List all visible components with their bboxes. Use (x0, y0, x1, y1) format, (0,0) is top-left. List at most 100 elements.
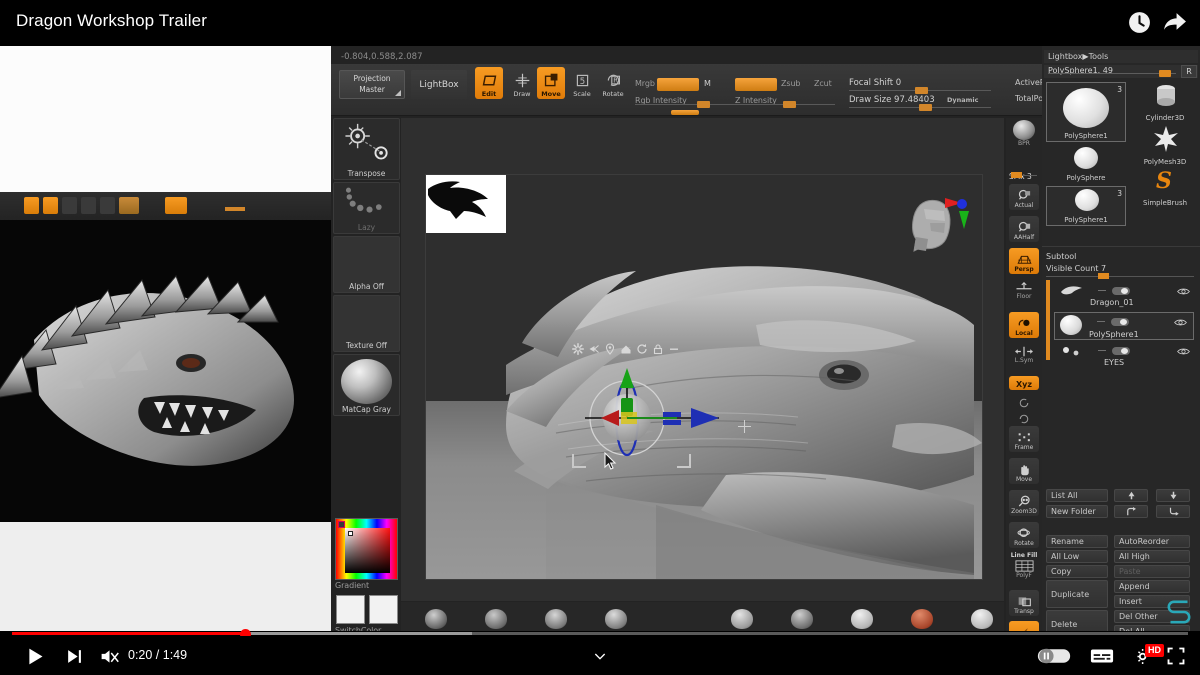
lock-icon[interactable] (652, 343, 664, 355)
subtool-row-eyes[interactable]: EYES (1054, 342, 1194, 368)
projection-master-button[interactable]: Projection Master (339, 70, 405, 99)
video-title[interactable]: Dragon Workshop Trailer (16, 11, 207, 31)
rotate-icon[interactable] (636, 343, 648, 355)
reference-image-thumbnail[interactable] (426, 175, 506, 233)
alpha-selector[interactable]: Alpha Off (333, 236, 400, 293)
pin-icon[interactable] (588, 343, 600, 355)
subtool-visibility-toggle[interactable] (1112, 347, 1130, 355)
tool-polysphere[interactable]: PolySphere (1046, 146, 1126, 184)
play-button[interactable] (25, 642, 46, 670)
secondary-color-swatch[interactable] (369, 595, 398, 624)
material-thumb[interactable] (425, 609, 447, 629)
tool-polysphere1-small[interactable]: 3 PolySphere1 (1046, 186, 1126, 226)
rail-bpr[interactable]: BPR (1009, 120, 1039, 147)
watch-later-button[interactable] (1127, 10, 1153, 36)
all-high-button[interactable]: All High (1114, 550, 1190, 563)
minus-icon[interactable] (668, 343, 680, 355)
subtool-visibility-toggle[interactable] (1111, 318, 1129, 326)
mrgb-label[interactable]: Mrgb (635, 79, 655, 88)
rail-frame[interactable]: Frame (1009, 426, 1039, 452)
subtool-row-polysphere1[interactable]: PolySphere1 (1054, 312, 1194, 340)
rail-zoom3d[interactable]: Zoom3D (1009, 490, 1039, 516)
zcut-label[interactable]: Zcut (814, 79, 832, 88)
gear-icon[interactable] (572, 343, 584, 355)
move-down-button[interactable] (1156, 489, 1190, 502)
append-button[interactable]: Append (1114, 580, 1190, 593)
navigation-head-gizmo[interactable] (900, 189, 970, 261)
slider-knob[interactable] (783, 101, 796, 108)
current-tool-row[interactable]: PolySphere1. 49 R (1044, 65, 1198, 78)
rail-polyf[interactable]: PolyF (1009, 560, 1039, 579)
rail-floor[interactable]: Floor (1009, 280, 1039, 300)
material-thumb[interactable] (605, 609, 627, 629)
all-low-button[interactable]: All Low (1046, 550, 1108, 563)
material-thumb[interactable] (545, 609, 567, 629)
lightbox-button[interactable]: LightBox (411, 70, 467, 99)
rail-local[interactable]: Local (1009, 312, 1039, 338)
material-thumb[interactable] (791, 609, 813, 629)
subtool-header[interactable]: Subtool (1046, 252, 1076, 261)
tool-polymesh3d[interactable]: PolyMesh3D (1134, 126, 1196, 166)
spix-knob[interactable] (1011, 172, 1022, 178)
tool-edit-button[interactable]: Edit (475, 67, 503, 99)
folder-out-button[interactable] (1156, 505, 1190, 518)
tool-cylinder3d[interactable]: Cylinder3D (1134, 82, 1196, 122)
rail-rotate[interactable]: Rotate (1009, 522, 1039, 548)
move-up-button[interactable] (1114, 489, 1148, 502)
mute-button[interactable] (99, 642, 120, 670)
home-icon[interactable] (620, 343, 632, 355)
fullscreen-button[interactable] (1166, 642, 1186, 670)
expand-chevron-button[interactable] (592, 648, 608, 669)
slider-knob[interactable] (697, 101, 710, 108)
rail-dynamic[interactable]: Dynamic (1009, 621, 1039, 631)
r-button[interactable]: R (1181, 65, 1197, 78)
tool-draw-button[interactable]: Draw (508, 67, 536, 99)
gizmo-toolbar[interactable] (572, 343, 682, 357)
visible-count-knob[interactable] (1098, 273, 1109, 279)
draw-size-slider[interactable] (849, 103, 991, 112)
color-picker[interactable] (335, 518, 398, 580)
rail-spix[interactable]: SPix 3 (1009, 164, 1039, 183)
tool-scale-button[interactable]: 5 Scale (568, 67, 596, 99)
tool-polysphere1-large[interactable]: 3 PolySphere1 (1046, 82, 1126, 142)
next-video-button[interactable] (65, 642, 84, 670)
dynamic-label[interactable]: Dynamic (947, 96, 979, 104)
rgb-intensity-slider[interactable] (635, 100, 745, 109)
settings-button[interactable]: HD (1137, 642, 1164, 670)
subtitles-button[interactable] (1090, 642, 1114, 670)
rail-persp[interactable]: Persp (1009, 248, 1039, 274)
material-thumb[interactable] (971, 609, 993, 629)
share-button[interactable] (1162, 10, 1188, 36)
rgb-swatch[interactable] (657, 78, 699, 91)
eye-icon[interactable] (1177, 287, 1190, 296)
delete-button[interactable]: Delete (1046, 610, 1108, 631)
subtool-scrollbar[interactable] (1046, 280, 1050, 360)
tool-simplebrush[interactable]: S SimpleBrush (1134, 170, 1196, 208)
focal-shift-slider[interactable] (849, 86, 991, 95)
zadd-swatch[interactable] (735, 78, 777, 91)
transpose-gizmo[interactable] (571, 360, 731, 475)
autoplay-toggle[interactable] (1037, 642, 1071, 670)
tool-move-button[interactable]: Move (537, 67, 565, 99)
slider-knob[interactable] (915, 87, 928, 94)
material-thumbnail-strip[interactable] (401, 602, 1004, 631)
material-thumb[interactable] (731, 609, 753, 629)
brush-selector[interactable]: Transpose (333, 118, 400, 180)
material-thumb[interactable] (485, 609, 507, 629)
z-intensity-slider[interactable] (735, 100, 835, 109)
material-thumb-red[interactable] (911, 609, 933, 629)
rail-move[interactable]: Move (1009, 458, 1039, 484)
material-selector[interactable]: MatCap Gray (333, 354, 400, 416)
m-label[interactable]: M (704, 79, 711, 88)
new-folder-button[interactable]: New Folder (1046, 505, 1108, 518)
rail-actual[interactable]: Actual (1009, 184, 1039, 210)
zsub-label[interactable]: Zsub (781, 79, 801, 88)
texture-selector[interactable]: Texture Off (333, 295, 400, 352)
tool-rotate-button[interactable]: R Rotate (599, 67, 627, 99)
subtool-row-dragon[interactable]: Dragon_01 (1054, 282, 1194, 308)
rail-aahalf[interactable]: AAHalf (1009, 216, 1039, 242)
rail-xyz[interactable]: Xyz (1009, 376, 1039, 390)
location-pin-icon[interactable] (604, 343, 616, 355)
eye-icon[interactable] (1174, 318, 1187, 327)
lightbox-tools-breadcrumb[interactable]: Lightbox▶Tools (1044, 50, 1198, 63)
